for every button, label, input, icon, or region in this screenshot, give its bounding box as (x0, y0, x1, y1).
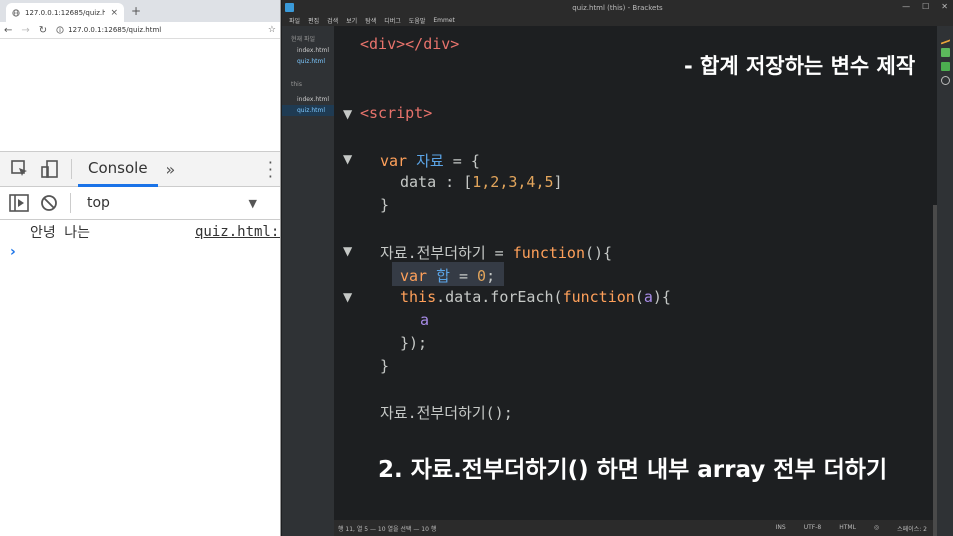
code-line: a (420, 311, 430, 329)
bookmark-star-icon[interactable]: ☆ (268, 25, 276, 35)
indent-setting[interactable]: 스페이스: 2 (897, 524, 927, 533)
context-selector[interactable]: top ▼ (87, 195, 280, 211)
screen: 127.0.0.1:12685/quiz.html × + ← → ↻ 127.… (0, 0, 953, 536)
code-line: var 자료 = { (380, 152, 480, 170)
menu-debug[interactable]: 디버그 (384, 16, 401, 25)
log-message: 안녕 나는 (30, 225, 90, 241)
forward-arrow-icon[interactable]: → (21, 25, 29, 36)
extension-toolbar (937, 26, 953, 536)
file-sidebar: 현재 파일 index.html quiz.html this index.ht… (282, 26, 334, 536)
working-file-item[interactable]: quiz.html (282, 54, 334, 65)
back-arrow-icon[interactable]: ← (4, 25, 12, 36)
menu-find[interactable]: 검색 (327, 16, 338, 25)
working-files-header: 현재 파일 (291, 36, 315, 43)
devtools-panel: Console » · · · top ▼ 안녕 나는 quiz.html:9 … (0, 151, 280, 536)
tab-title: 127.0.0.1:12685/quiz.html (25, 8, 105, 17)
menu-bar: 파일 편집 검색 보기 탐색 디버그 도움말 Emmet (282, 15, 953, 26)
cursor-position: 행 11, 열 5 — 10 열을 선택 — 10 행 (338, 525, 437, 533)
extension-icon[interactable] (940, 62, 950, 71)
new-tab-button[interactable]: + (131, 4, 141, 18)
language-select[interactable]: HTML (839, 524, 856, 533)
status-bar: 행 11, 열 5 — 10 열을 선택 — 10 행 INS UTF-8 HT… (334, 520, 933, 536)
menu-help[interactable]: 도움말 (409, 16, 426, 25)
console-toolbar: top ▼ (0, 187, 280, 220)
devtools-tabbar: Console » · · · (0, 152, 280, 187)
more-tabs-button[interactable]: » (166, 160, 176, 179)
working-file-item[interactable]: index.html (282, 43, 334, 54)
dropdown-caret-icon: ▼ (248, 196, 257, 210)
menu-file[interactable]: 파일 (289, 16, 300, 25)
tab-strip: 127.0.0.1:12685/quiz.html × + (0, 0, 280, 22)
menu-view[interactable]: 보기 (346, 16, 357, 25)
project-header[interactable]: this (282, 65, 334, 88)
sidebar-toggle-icon[interactable] (4, 194, 34, 212)
kebab-menu-icon[interactable]: · · · (268, 155, 273, 185)
close-tab-icon[interactable]: × (110, 8, 118, 18)
caption-top: - 합계 저장하는 변수 제작 (684, 54, 916, 78)
fold-arrow-icon[interactable]: ▼ (343, 107, 352, 121)
brackets-window: quiz.html (this) - Brackets — ☐ ✕ 파일 편집 … (282, 0, 953, 536)
minimize-icon[interactable]: — (902, 2, 910, 11)
clear-console-icon[interactable] (34, 194, 64, 212)
search-icon[interactable] (940, 76, 950, 85)
browser-tab[interactable]: 127.0.0.1:12685/quiz.html × (6, 3, 124, 22)
info-icon (56, 26, 64, 34)
caption-bottom: 2. 자료.전부더하기() 하면 내부 array 전부 더하기 (378, 457, 888, 483)
close-window-icon[interactable]: ✕ (941, 2, 948, 11)
extension-manager-icon[interactable] (940, 48, 950, 57)
code-line: this.data.forEach(function(a){ (400, 288, 671, 306)
reload-icon[interactable]: ↻ (39, 25, 47, 36)
lint-status-icon[interactable]: ◎ (874, 524, 879, 533)
project-file-item-selected[interactable]: quiz.html (282, 105, 334, 116)
inspect-element-icon[interactable] (5, 159, 35, 179)
code-line: }); (400, 334, 428, 352)
fold-arrow-icon[interactable]: ▼ (343, 152, 352, 166)
menu-emmet[interactable]: Emmet (433, 17, 455, 24)
window-titlebar: quiz.html (this) - Brackets — ☐ ✕ (282, 0, 953, 15)
live-preview-icon[interactable] (940, 32, 950, 45)
code-line: var 합 = 0; (400, 267, 496, 285)
code-line: data : [1,2,3,4,5] (400, 173, 563, 191)
code-line: 자료.전부더하기(); (380, 404, 513, 422)
code-line: 자료.전부더하기 = function(){ (380, 244, 613, 262)
fold-arrow-icon[interactable]: ▼ (343, 244, 352, 258)
device-toolbar-icon[interactable] (35, 159, 65, 179)
fold-arrow-icon[interactable]: ▼ (343, 290, 352, 304)
divider (70, 193, 71, 213)
log-source-link[interactable]: quiz.html:9 (195, 224, 280, 240)
code-line: } (380, 357, 390, 375)
globe-icon (12, 8, 20, 17)
window-title: quiz.html (this) - Brackets (572, 3, 663, 12)
code-line: <div></div> (360, 35, 460, 53)
console-prompt[interactable]: › (0, 244, 280, 266)
address-bar[interactable]: 127.0.0.1:12685/quiz.html (56, 26, 259, 34)
code-line: <script> (360, 104, 433, 122)
browser-toolbar: ← → ↻ 127.0.0.1:12685/quiz.html ☆ (0, 22, 280, 39)
context-value: top (87, 195, 110, 211)
code-line: } (380, 196, 390, 214)
menu-navigate[interactable]: 탐색 (365, 16, 376, 25)
insert-mode[interactable]: INS (776, 524, 786, 533)
maximize-icon[interactable]: ☐ (922, 2, 929, 11)
url-text: 127.0.0.1:12685/quiz.html (68, 26, 162, 34)
menu-edit[interactable]: 편집 (308, 16, 319, 25)
tab-console[interactable]: Console (78, 152, 158, 187)
console-log-row: 안녕 나는 quiz.html:9 (0, 220, 280, 244)
encoding-select[interactable]: UTF-8 (804, 524, 822, 533)
project-file-item[interactable]: index.html (282, 88, 334, 103)
divider (71, 159, 72, 179)
code-editor[interactable]: <div></div> ▼ <script> ▼ var 자료 = { data… (334, 26, 933, 522)
chrome-browser-window: 127.0.0.1:12685/quiz.html × + ← → ↻ 127.… (0, 0, 281, 536)
